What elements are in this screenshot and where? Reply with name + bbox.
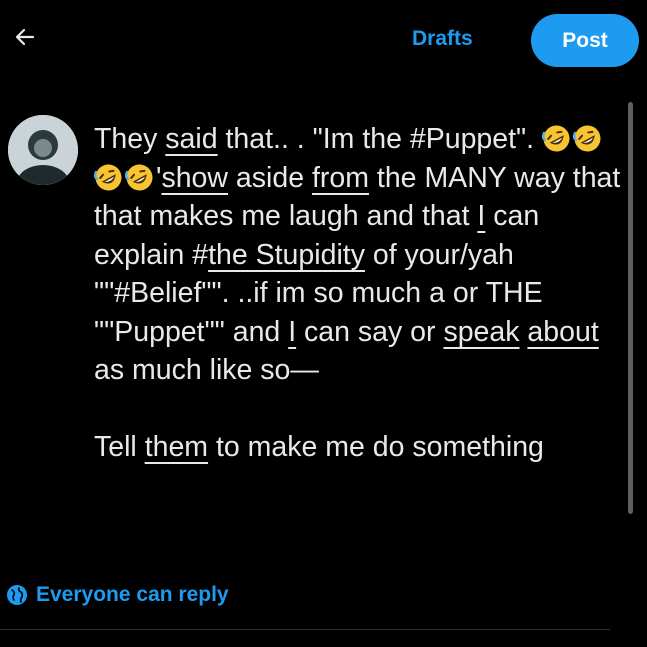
text-segment-underlined: I bbox=[288, 315, 297, 348]
text-segment-underlined: said bbox=[165, 123, 218, 155]
text-segment-underlined: speak bbox=[443, 315, 520, 348]
reply-setting-label: Everyone can reply bbox=[36, 583, 229, 606]
rolling-on-floor-laughing-emoji bbox=[542, 124, 571, 153]
reply-setting-button[interactable]: Everyone can reply bbox=[6, 580, 229, 610]
divider bbox=[0, 629, 610, 630]
text-segment-underlined: show bbox=[161, 161, 228, 194]
text-segment: can say or bbox=[296, 315, 444, 348]
text-segment: to make me do something bbox=[208, 430, 544, 463]
arrow-left-icon bbox=[13, 25, 37, 54]
text-segment-underlined: the Stupidity bbox=[208, 238, 365, 271]
text-segment-underlined: about bbox=[527, 315, 599, 348]
post-button[interactable]: Post bbox=[531, 14, 639, 67]
user-avatar[interactable] bbox=[8, 115, 78, 185]
scrollbar[interactable] bbox=[628, 102, 633, 514]
text-segment: They bbox=[94, 123, 166, 155]
tweet-compose-area[interactable]: They said that.. . "Im the #Puppet". 'sh… bbox=[94, 120, 634, 550]
text-segment-underlined: them bbox=[144, 430, 209, 463]
text-segment: as much like so— bbox=[94, 354, 319, 386]
compose-header: Drafts Post bbox=[0, 0, 647, 80]
text-segment-underlined: from bbox=[311, 161, 369, 194]
rolling-on-floor-laughing-emoji bbox=[94, 163, 123, 192]
rolling-on-floor-laughing-emoji bbox=[573, 124, 602, 153]
tweet-text[interactable]: They said that.. . "Im the #Puppet". 'sh… bbox=[94, 120, 634, 466]
rolling-on-floor-laughing-emoji bbox=[125, 163, 154, 192]
globe-icon bbox=[6, 584, 28, 606]
text-segment: that.. . "Im the #Puppet". bbox=[217, 123, 535, 155]
back-button[interactable] bbox=[10, 24, 40, 54]
drafts-link[interactable]: Drafts bbox=[412, 27, 473, 51]
text-segment: aside bbox=[228, 161, 312, 194]
text-segment: Tell bbox=[94, 430, 145, 463]
